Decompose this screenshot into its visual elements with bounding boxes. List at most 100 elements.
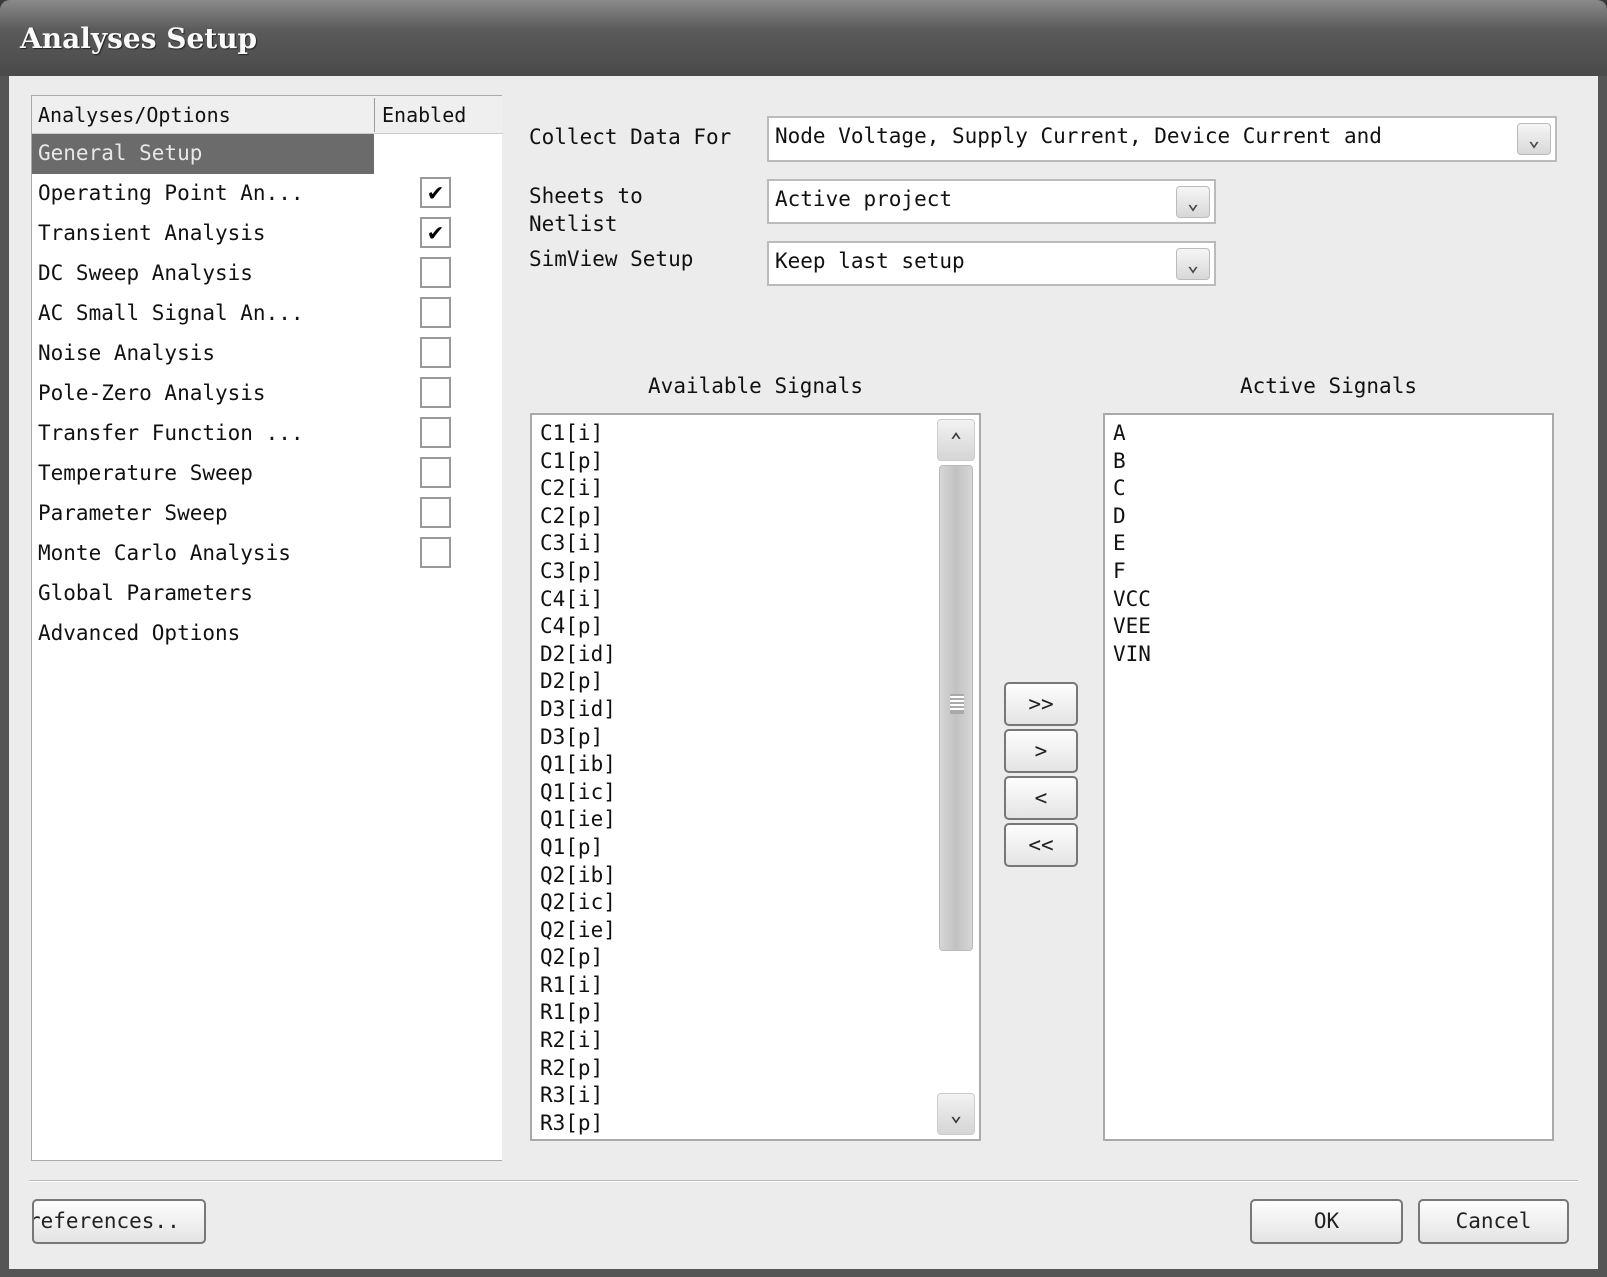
signal-item[interactable]: F: [1105, 558, 1552, 586]
signal-item[interactable]: Q1[ib]: [532, 751, 979, 779]
cancel-button[interactable]: Cancel: [1418, 1199, 1569, 1244]
tree-item-label: Parameter Sweep: [38, 501, 228, 525]
add-all-button[interactable]: >>: [1004, 682, 1078, 726]
active-signals-list[interactable]: A B C D E F VCC VEE VIN: [1103, 413, 1554, 1141]
signal-item[interactable]: Q2[ib]: [532, 862, 979, 890]
signal-item[interactable]: C4[i]: [532, 586, 979, 614]
enabled-checkbox[interactable]: [420, 497, 451, 528]
simview-setup-dropdown[interactable]: Keep last setup ⌄: [767, 241, 1216, 286]
signal-item[interactable]: A: [1105, 420, 1552, 448]
signal-item[interactable]: C3[p]: [532, 558, 979, 586]
tree-item-label: Transfer Function ...: [38, 421, 304, 445]
signal-item[interactable]: D: [1105, 503, 1552, 531]
signal-item[interactable]: C2[i]: [532, 475, 979, 503]
signal-item[interactable]: R1[p]: [532, 999, 979, 1027]
signal-item[interactable]: Q1[p]: [532, 834, 979, 862]
tree-item-label: Pole-Zero Analysis: [38, 381, 266, 405]
enabled-checkbox[interactable]: [420, 417, 451, 448]
signal-item[interactable]: VEE: [1105, 613, 1552, 641]
signal-item[interactable]: Q2[ic]: [532, 889, 979, 917]
enabled-checkbox[interactable]: ✔: [420, 217, 451, 248]
enabled-checkbox[interactable]: [420, 457, 451, 488]
tree-item[interactable]: Temperature Sweep: [32, 454, 503, 492]
simview-value: Keep last setup: [775, 249, 965, 273]
tree-item[interactable]: Operating Point An... ✔: [32, 174, 503, 212]
signal-item[interactable]: R2[i]: [532, 1027, 979, 1055]
tree-item-label: Operating Point An...: [38, 181, 304, 205]
signal-item[interactable]: Q2[ie]: [532, 917, 979, 945]
tree-item[interactable]: General Setup: [32, 134, 503, 174]
preferences-button[interactable]: references..: [32, 1199, 206, 1244]
signal-item[interactable]: C3[i]: [532, 530, 979, 558]
collect-data-dropdown[interactable]: Node Voltage, Supply Current, Device Cur…: [767, 116, 1557, 162]
signal-item[interactable]: R3[p]: [532, 1110, 979, 1138]
signal-item[interactable]: Q1[ic]: [532, 779, 979, 807]
signal-item[interactable]: C: [1105, 475, 1552, 503]
column-header-analyses[interactable]: Analyses/Options: [38, 103, 231, 127]
window-title: Analyses Setup: [20, 22, 258, 55]
remove-all-button[interactable]: <<: [1004, 823, 1078, 867]
chevron-down-icon[interactable]: ⌄: [1517, 123, 1551, 155]
signal-item[interactable]: R2[p]: [532, 1055, 979, 1083]
collect-data-label: Collect Data For: [529, 125, 732, 149]
simview-label: SimView Setup: [529, 247, 694, 271]
scroll-up-icon[interactable]: ⌃: [937, 419, 975, 461]
tree-item[interactable]: Transfer Function ...: [32, 414, 503, 452]
tree-item[interactable]: Transient Analysis ✔: [32, 214, 503, 252]
signal-item[interactable]: VIN: [1105, 641, 1552, 669]
title-bar[interactable]: Analyses Setup: [0, 0, 1607, 76]
available-signals-title: Available Signals: [648, 374, 863, 398]
signal-item[interactable]: R3[i]: [532, 1082, 979, 1110]
enabled-checkbox[interactable]: [420, 257, 451, 288]
add-button[interactable]: >: [1004, 729, 1078, 773]
enabled-checkbox[interactable]: [420, 297, 451, 328]
footer-divider: [29, 1180, 1578, 1182]
signal-item[interactable]: Q1[ie]: [532, 806, 979, 834]
scrollbar-thumb[interactable]: [939, 465, 973, 951]
tree-item[interactable]: DC Sweep Analysis: [32, 254, 503, 292]
remove-button[interactable]: <: [1004, 776, 1078, 820]
tree-item-label: General Setup: [32, 134, 374, 174]
vertical-scrollbar[interactable]: ⌃ ⌄: [937, 419, 975, 1135]
signal-item[interactable]: D2[id]: [532, 641, 979, 669]
column-header-enabled[interactable]: Enabled: [382, 103, 466, 127]
signal-item[interactable]: D2[p]: [532, 668, 979, 696]
signal-item[interactable]: R1[i]: [532, 972, 979, 1000]
sheets-to-netlist-dropdown[interactable]: Active project ⌄: [767, 179, 1216, 224]
analyses-setup-window: Analyses Setup Analyses/Options Enabled …: [0, 0, 1607, 1277]
tree-item-label: Transient Analysis: [38, 221, 266, 245]
ok-button[interactable]: OK: [1250, 1199, 1403, 1244]
tree-item[interactable]: Monte Carlo Analysis: [32, 534, 503, 572]
collect-data-value: Node Voltage, Supply Current, Device Cur…: [775, 124, 1382, 148]
tree-item[interactable]: Parameter Sweep: [32, 494, 503, 532]
signal-item[interactable]: D3[id]: [532, 696, 979, 724]
signal-item[interactable]: C2[p]: [532, 503, 979, 531]
tree-header: Analyses/Options Enabled: [32, 96, 503, 134]
signal-item[interactable]: VCC: [1105, 586, 1552, 614]
scroll-down-icon[interactable]: ⌄: [937, 1093, 975, 1135]
tree-item[interactable]: Pole-Zero Analysis: [32, 374, 503, 412]
signal-item[interactable]: E: [1105, 530, 1552, 558]
enabled-checkbox[interactable]: [420, 377, 451, 408]
tree-item[interactable]: Advanced Options: [32, 614, 503, 652]
signal-item[interactable]: B: [1105, 448, 1552, 476]
enabled-checkbox[interactable]: [420, 337, 451, 368]
chevron-down-icon[interactable]: ⌄: [1176, 186, 1210, 218]
signal-item[interactable]: Q2[p]: [532, 944, 979, 972]
signal-item[interactable]: C4[p]: [532, 613, 979, 641]
tree-item-label: Monte Carlo Analysis: [38, 541, 291, 565]
tree-item[interactable]: Global Parameters: [32, 574, 503, 612]
available-signals-list[interactable]: C1[i] C1[p] C2[i] C2[p] C3[i] C3[p] C4[i] C4[p]…: [530, 413, 981, 1141]
signal-item[interactable]: C1[p]: [532, 448, 979, 476]
tree-item[interactable]: AC Small Signal An...: [32, 294, 503, 332]
enabled-checkbox[interactable]: [420, 537, 451, 568]
grip-icon: [950, 694, 964, 714]
signal-item[interactable]: C1[i]: [532, 420, 979, 448]
column-divider[interactable]: [374, 98, 375, 132]
chevron-down-icon[interactable]: ⌄: [1176, 248, 1210, 280]
tree-item-label: Advanced Options: [38, 621, 241, 645]
tree-item[interactable]: Noise Analysis: [32, 334, 503, 372]
signal-item[interactable]: D3[p]: [532, 724, 979, 752]
sheets-label-line2: Netlist: [529, 212, 618, 236]
enabled-checkbox[interactable]: ✔: [420, 177, 451, 208]
